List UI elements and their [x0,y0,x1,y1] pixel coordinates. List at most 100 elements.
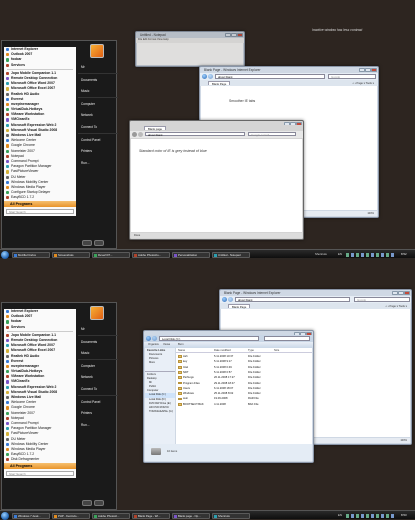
column-header[interactable]: Size [274,349,279,352]
start-program-item[interactable]: Disk Defragmenter [4,457,76,462]
ie-inactive-address[interactable]: about:blank [215,74,325,79]
ie-inactive-search[interactable]: Google [328,74,376,79]
page-tools-icon[interactable]: ⌂ ▪ Page ▾ Tools ▾ [352,81,374,85]
start-pinned-item[interactable]: Services [4,63,76,68]
taskbar-button[interactable]: Blank page - Op... [172,512,210,519]
language-indicator[interactable]: EN [338,252,342,256]
start-right-item[interactable]: Connect To [78,121,118,133]
start-orb-icon[interactable] [1,250,9,259]
start-right-item[interactable]: Run... [78,157,118,169]
start-left-pane: Internet Explorer Outlook 2007 foobar Servi… [4,309,76,479]
ie2-window-controls[interactable] [392,290,411,295]
start-pinned-item[interactable]: Services [4,325,76,330]
start-right-item[interactable]: Computer [78,359,118,371]
taskbar-button[interactable]: Shortcuts [212,512,250,519]
lock-button-icon[interactable] [94,240,104,246]
taskbar-button[interactable]: Personalization [172,251,210,258]
clock[interactable]: 8:53 [401,513,407,517]
start-right-item[interactable]: Documents [78,335,118,347]
explorer-search[interactable] [264,336,310,341]
start-orb-icon[interactable] [1,511,9,520]
notepad-menu[interactable]: File Edit Format View Help [136,38,244,43]
back-icon[interactable] [146,336,151,341]
explorer-file-list: Name Date modified Type Size Ash 5.11.2008 1… [176,348,312,444]
explorer-window[interactable]: Local Disk (C:) Organize Views Burn Favori… [143,330,314,463]
start-right-item[interactable]: Music [78,85,118,97]
start-right-item[interactable]: Documents [78,73,118,85]
taskbar-button[interactable]: Mozilla Firefox [12,251,50,258]
table-row[interactable]: BOOTSECT.BAK 4.11.2008 BAK File [176,402,312,407]
explorer-address[interactable]: Local Disk (C:) [159,336,259,341]
ie2-search[interactable]: Google [354,297,410,302]
notepad-window[interactable]: Untitled - Notepad File Edit Format View… [135,31,245,67]
start-right-item[interactable]: Printers [78,145,118,157]
power-button-icon[interactable] [82,240,92,246]
user-picture-icon[interactable] [90,306,104,320]
ie-inactive-tab[interactable]: Blank Page [208,80,231,86]
start-right-item[interactable]: Connect To [78,383,118,395]
start-right-item[interactable]: Network [78,109,118,121]
taskbar-button[interactable]: Windows 7 desk... [12,512,50,519]
taskbar-button[interactable]: Adobe Photosho... [132,251,170,258]
forward-icon[interactable] [138,131,143,137]
taskbar-button[interactable]: PHP - Kenindo... [52,512,90,519]
start-right-item[interactable]: Printers [78,407,118,419]
column-header[interactable]: Type [248,349,254,352]
forward-icon[interactable] [208,74,213,79]
ie-inactive-nav: about:blank Google [200,73,378,80]
start-right-item[interactable]: Mr [78,61,118,73]
language-indicator[interactable]: EN [338,513,342,517]
tray-icons[interactable] [346,513,396,518]
start-right-item[interactable]: Control Panel [78,133,118,145]
taskbar-button[interactable]: Screenshots [52,251,90,258]
tray-icons[interactable] [346,252,396,257]
page-tools-icon[interactable]: ⌂ ▪ Page ▾ Tools ▾ [385,304,407,308]
column-header[interactable]: Date modified [214,349,231,352]
start-right-item[interactable]: Computer [78,97,118,109]
start-search-input[interactable]: Start Search [6,209,74,215]
all-programs-button[interactable]: All Programs [4,463,76,470]
zoom-level[interactable]: 100% [367,211,374,216]
ie2-nav: about:blank Google [220,296,411,303]
start-search-input[interactable]: Start Search [6,471,74,477]
notepad-text-area[interactable] [137,43,243,65]
taskbar-button[interactable]: Adobe Photosh... [92,512,130,519]
zoom-level[interactable]: 100% [400,438,407,443]
clock[interactable]: 8:52 [401,252,407,256]
taskbar-button[interactable]: Revert/07... [92,251,130,258]
taskbar-button[interactable]: Untitled - Notepad [212,251,250,258]
shortcuts-toolbar[interactable]: Shortcuts [315,252,327,256]
forward-icon[interactable] [228,297,233,302]
folder-tree-item[interactable]: TOMASA&APAL (G:) [145,410,175,414]
user-picture-icon[interactable] [90,44,104,58]
cell-date: 4.11.2008 [214,402,226,406]
start-right-item[interactable]: Network [78,371,118,383]
start-right-item[interactable]: Control Panel [78,395,118,407]
explorer-toolbar-button[interactable]: Views [163,343,170,346]
back-icon[interactable] [202,74,207,79]
ie2-tab[interactable]: Blank Page [228,303,251,309]
forward-icon[interactable] [152,336,157,341]
explorer-toolbar-button[interactable]: Burn [178,343,184,346]
notepad-window-controls[interactable] [225,32,244,37]
start-right-item[interactable]: Run... [78,419,118,431]
ie-active-address[interactable]: about:blank [145,131,245,136]
back-icon[interactable] [222,297,227,302]
start-right-item[interactable]: Music [78,347,118,359]
taskbar-button[interactable]: Blank Page - Wi... [132,512,170,519]
ie2-address[interactable]: about:blank [235,297,350,302]
power-button-icon[interactable] [82,500,92,506]
lock-button-icon[interactable] [94,500,104,506]
all-programs-button[interactable]: All Programs [4,201,76,208]
start-program-item[interactable]: EasyBCD 1.7.2 [4,195,76,200]
favorite-link[interactable]: More [145,361,175,365]
screen-bottom: Blank Page - Windows Internet Explorer a… [0,260,415,520]
back-icon[interactable] [132,131,137,137]
ie-active-window[interactable]: Blank page about:blank Google search Sta… [129,120,304,240]
column-header[interactable]: Name [178,349,185,352]
explorer-toolbar-button[interactable]: Organize [148,343,159,346]
start-right-item[interactable]: Mr [78,323,118,335]
ie-inactive-window-controls[interactable] [359,67,378,72]
ie-active-search[interactable]: Google search [248,131,296,136]
ie-active-status: Done [131,233,302,238]
